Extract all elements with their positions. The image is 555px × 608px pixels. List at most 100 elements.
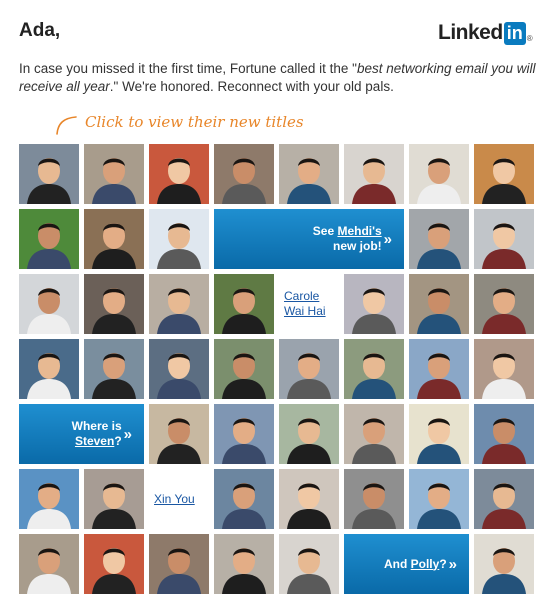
intro-text: In case you missed it the first time, Fo… (19, 60, 539, 96)
person-photo-icon (84, 469, 144, 529)
connection-photo[interactable] (344, 274, 404, 334)
person-photo-icon (344, 274, 404, 334)
person-photo-icon (214, 534, 274, 594)
connection-photo[interactable] (279, 534, 339, 594)
person-photo-icon (214, 339, 274, 399)
connection-photo[interactable] (214, 274, 274, 334)
person-photo-icon (474, 144, 534, 204)
connection-photo[interactable] (149, 339, 209, 399)
person-photo-icon (214, 274, 274, 334)
double-chevron-right-icon: » (383, 230, 392, 248)
connection-photo[interactable] (19, 469, 79, 529)
connection-photo[interactable] (19, 339, 79, 399)
connection-photo[interactable] (409, 469, 469, 529)
promo-polly-button[interactable]: And Polly?» (344, 534, 469, 594)
connection-photo[interactable] (149, 144, 209, 204)
person-photo-icon (474, 209, 534, 269)
person-photo-icon (149, 274, 209, 334)
connection-photo[interactable] (344, 404, 404, 464)
connection-photo[interactable] (474, 274, 534, 334)
person-photo-icon (214, 469, 274, 529)
person-photo-icon (149, 144, 209, 204)
connection-photo[interactable] (474, 339, 534, 399)
connection-photo[interactable] (19, 534, 79, 594)
connection-photo[interactable] (409, 209, 469, 269)
person-photo-icon (19, 209, 79, 269)
connection-photo[interactable] (214, 339, 274, 399)
connection-photo[interactable] (279, 404, 339, 464)
promo-text: Where is Steven? (71, 419, 122, 448)
connection-photo[interactable] (344, 144, 404, 204)
connection-photo[interactable] (149, 404, 209, 464)
connection-photo[interactable] (409, 339, 469, 399)
logo-registered-mark: ® (526, 34, 533, 43)
promo-mehdi-button[interactable]: See Mehdi's new job!» (214, 209, 404, 269)
person-photo-icon (409, 469, 469, 529)
connection-photo[interactable] (149, 274, 209, 334)
person-photo-icon (474, 404, 534, 464)
person-photo-icon (19, 339, 79, 399)
connection-photo[interactable] (279, 469, 339, 529)
person-photo-icon (279, 339, 339, 399)
connection-photo[interactable] (474, 534, 534, 594)
connection-photo[interactable] (474, 144, 534, 204)
connection-photo[interactable] (474, 469, 534, 529)
connection-photo[interactable] (409, 404, 469, 464)
person-photo-icon (279, 404, 339, 464)
connection-photo[interactable] (214, 534, 274, 594)
connection-photo[interactable] (409, 274, 469, 334)
person-photo-icon (84, 534, 144, 594)
connection-photo[interactable] (84, 144, 144, 204)
connection-photo[interactable] (149, 209, 209, 269)
connection-photo[interactable] (474, 209, 534, 269)
connection-photo[interactable] (344, 469, 404, 529)
name-link-xin[interactable]: Xin You (149, 469, 214, 529)
curved-arrow-icon (56, 116, 77, 135)
connection-photo[interactable] (84, 534, 144, 594)
double-chevron-right-icon: » (123, 425, 132, 443)
linkedin-logo[interactable]: Linked in ® (438, 20, 533, 46)
connection-photo[interactable] (19, 274, 79, 334)
person-photo-icon (214, 404, 274, 464)
connection-photo[interactable] (214, 469, 274, 529)
connection-photo[interactable] (84, 469, 144, 529)
person-photo-icon (409, 274, 469, 334)
connection-photo[interactable] (149, 534, 209, 594)
person-photo-icon (19, 534, 79, 594)
person-photo-icon (19, 274, 79, 334)
person-photo-icon (84, 274, 144, 334)
person-photo-icon (474, 534, 534, 594)
connection-photo[interactable] (214, 404, 274, 464)
name-link-text: Wai Hai (284, 304, 326, 318)
person-photo-icon (149, 404, 209, 464)
person-photo-icon (474, 469, 534, 529)
connection-photo[interactable] (474, 404, 534, 464)
greeting: Ada, (19, 20, 61, 41)
connection-photo[interactable] (19, 209, 79, 269)
logo-text: Linked (438, 21, 503, 44)
connection-photo[interactable] (84, 209, 144, 269)
connection-photo[interactable] (84, 339, 144, 399)
person-photo-icon (279, 534, 339, 594)
connection-photo[interactable] (279, 339, 339, 399)
person-photo-icon (19, 469, 79, 529)
person-photo-icon (344, 144, 404, 204)
connection-photo[interactable] (19, 144, 79, 204)
name-link-carole[interactable]: Carole Wai Hai (279, 274, 344, 334)
person-photo-icon (409, 404, 469, 464)
connection-photo[interactable] (84, 274, 144, 334)
intro-part1: In case you missed it the first time, Fo… (19, 61, 357, 76)
promo-text: See Mehdi's new job! (312, 224, 382, 253)
intro-part2: ." We're honored. Reconnect with your ol… (109, 79, 394, 94)
person-photo-icon (279, 469, 339, 529)
connection-photo[interactable] (344, 339, 404, 399)
connection-photo[interactable] (409, 144, 469, 204)
person-photo-icon (84, 144, 144, 204)
connection-photo[interactable] (279, 144, 339, 204)
name-link-text: Carole (284, 289, 320, 303)
person-photo-icon (344, 469, 404, 529)
double-chevron-right-icon: » (448, 555, 457, 573)
promo-steven-button[interactable]: Where is Steven?» (19, 404, 144, 464)
connection-photo[interactable] (214, 144, 274, 204)
person-photo-icon (279, 144, 339, 204)
